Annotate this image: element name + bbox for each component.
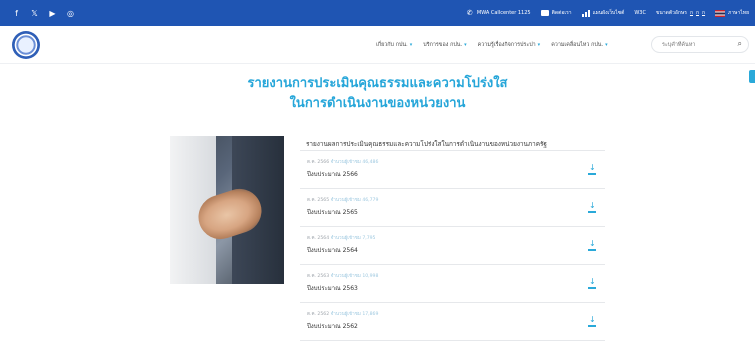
- nav-item-label: ความเคลื่อนไหว กปน.: [551, 42, 604, 48]
- w3c-label: W3C: [634, 10, 646, 16]
- chevron-down-icon: ▾: [605, 42, 608, 48]
- report-meta: ต.ค. 2566 จำนวนผู้เข้าชม 46,486: [307, 159, 378, 166]
- font-size-small[interactable]: ก: [690, 9, 693, 17]
- report-year: ปีงบประมาณ 2564: [307, 247, 358, 254]
- handshake-photo: [170, 136, 284, 284]
- page-title-line-2: ในการดำเนินงานของหน่วยงาน: [289, 96, 466, 111]
- chevron-down-icon: ▾: [537, 42, 541, 48]
- language-selector[interactable]: ภาษาไทย: [715, 9, 749, 17]
- font-size-medium[interactable]: ก: [696, 9, 699, 17]
- report-view-count: จำนวนผู้เข้าชม 46,779: [330, 198, 379, 203]
- facebook-icon[interactable]: f: [12, 9, 21, 18]
- download-icon[interactable]: ↓: [587, 240, 597, 252]
- report-date: ต.ค. 2563: [307, 274, 330, 279]
- report-view-count: จำนวนผู้เข้าชม 46,486: [330, 160, 379, 165]
- download-icon[interactable]: ↓: [587, 164, 597, 176]
- font-size-label: ขนาดตัวอักษร: [655, 10, 687, 16]
- envelope-icon: [540, 10, 549, 16]
- report-list-item[interactable]: ต.ค. 2564 จำนวนผู้เข้าชม 7,795 ปีงบประมา…: [300, 227, 605, 265]
- x-icon[interactable]: 𝕏: [30, 9, 39, 18]
- report-date: ต.ค. 2564: [307, 236, 330, 241]
- site-logo[interactable]: [12, 31, 40, 59]
- page-title-line-1: รายงานการประเมินคุณธรรมและความโปร่งใส: [247, 76, 508, 91]
- download-icon[interactable]: ↓: [587, 278, 597, 290]
- report-view-count: จำนวนผู้เข้าชม 10,998: [330, 274, 379, 279]
- font-size-control: ขนาดตัวอักษร ก ก ก: [656, 9, 705, 17]
- nav-menu: เกี่ยวกับ กปน. ▾ บริการของ กปน. ▾ ความรู…: [376, 38, 608, 52]
- report-year: ปีงบประมาณ 2565: [307, 209, 358, 216]
- report-year: ปีงบประมาณ 2562: [307, 323, 358, 330]
- thai-flag-icon: [715, 9, 726, 17]
- language-label: ภาษาไทย: [728, 10, 749, 16]
- report-year: ปีงบประมาณ 2566: [307, 171, 358, 178]
- report-meta: ต.ค. 2564 จำนวนผู้เข้าชม 7,795: [307, 235, 375, 242]
- report-meta: ต.ค. 2565 จำนวนผู้เข้าชม 46,779: [307, 197, 378, 204]
- phone-icon: ✆: [466, 8, 473, 17]
- report-list-item[interactable]: ต.ค. 2566 จำนวนผู้เข้าชม 46,486 ปีงบประม…: [300, 151, 605, 189]
- social-links: f 𝕏 ▶ ◎: [12, 0, 75, 26]
- report-meta: ต.ค. 2562 จำนวนผู้เข้าชม 17,869: [307, 311, 378, 318]
- report-meta: ต.ค. 2563 จำนวนผู้เข้าชม 10,998: [307, 273, 378, 280]
- report-date: ต.ค. 2566: [307, 160, 330, 165]
- callcenter-label: MWA Callcenter 1125: [476, 10, 531, 16]
- page-title: รายงานการประเมินคุณธรรมและความโปร่งใส ใน…: [0, 74, 755, 114]
- nav-item-services[interactable]: บริการของ กปน. ▾: [423, 41, 466, 49]
- main-nav: เกี่ยวกับ กปน. ▾ บริการของ กปน. ▾ ความรู…: [0, 26, 755, 64]
- sitemap-icon: [581, 9, 590, 17]
- top-bar: f 𝕏 ▶ ◎ ✆ MWA Callcenter 1125 ติดต่อเรา …: [0, 0, 755, 26]
- chevron-down-icon: ▾: [464, 42, 467, 48]
- search-box: ⌕: [651, 36, 749, 53]
- report-date: ต.ค. 2565: [307, 198, 330, 203]
- report-list-item[interactable]: ต.ค. 2563 จำนวนผู้เข้าชม 10,998 ปีงบประม…: [300, 265, 605, 303]
- report-view-count: จำนวนผู้เข้าชม 17,869: [330, 312, 379, 317]
- download-icon[interactable]: ↓: [587, 202, 597, 214]
- report-year: ปีงบประมาณ 2563: [307, 285, 358, 292]
- nav-item-news[interactable]: ความเคลื่อนไหว กปน. ▾: [551, 41, 608, 49]
- sitemap-label: แผนผังเว็บไซต์: [592, 10, 625, 16]
- nav-item-label: เกี่ยวกับ กปน.: [376, 42, 408, 48]
- contact-link[interactable]: ติดต่อเรา: [540, 9, 572, 17]
- nav-item-about[interactable]: เกี่ยวกับ กปน. ▾: [376, 41, 412, 49]
- contact-label: ติดต่อเรา: [551, 10, 572, 16]
- youtube-icon[interactable]: ▶: [48, 9, 57, 18]
- report-list-item[interactable]: ต.ค. 2565 จำนวนผู้เข้าชม 46,779 ปีงบประม…: [300, 189, 605, 227]
- sitemap-link[interactable]: แผนผังเว็บไซต์: [581, 9, 625, 17]
- callcenter-link[interactable]: ✆ MWA Callcenter 1125: [466, 8, 531, 17]
- nav-item-label: บริการของ กปน.: [423, 42, 463, 48]
- font-size-large[interactable]: ก: [702, 9, 705, 17]
- section-heading: รายงานผลการประเมินคุณธรรมและความโปร่งใสใ…: [306, 140, 547, 148]
- instagram-icon[interactable]: ◎: [66, 9, 75, 18]
- report-date: ต.ค. 2562: [307, 312, 330, 317]
- search-input[interactable]: [662, 39, 724, 50]
- report-view-count: จำนวนผู้เข้าชม 7,795: [330, 236, 376, 241]
- top-bar-links: ✆ MWA Callcenter 1125 ติดต่อเรา แผนผังเว…: [467, 0, 749, 26]
- download-icon[interactable]: ↓: [587, 316, 597, 328]
- search-icon[interactable]: ⌕: [738, 39, 742, 49]
- nav-item-label: ความรู้เรื่องกิจการประปา: [477, 42, 536, 48]
- chevron-down-icon: ▾: [409, 42, 413, 48]
- w3c-link[interactable]: W3C: [634, 10, 646, 16]
- nav-item-knowledge[interactable]: ความรู้เรื่องกิจการประปา ▾: [478, 41, 541, 49]
- report-list-item[interactable]: ต.ค. 2562 จำนวนผู้เข้าชม 17,869 ปีงบประม…: [300, 303, 605, 341]
